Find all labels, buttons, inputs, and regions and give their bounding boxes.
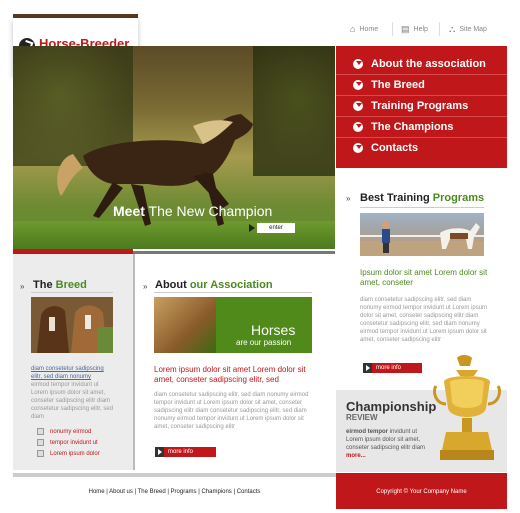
checkbox-icon: [37, 439, 44, 446]
about-grey-text: diam consetetur sadipscing elitr, sed di…: [154, 392, 309, 430]
menu-item-label: About the association: [371, 58, 486, 70]
checkbox-icon: [37, 450, 44, 457]
breed-photo: [31, 297, 113, 353]
chevron-down-icon: »: [20, 282, 25, 291]
breed-image: [31, 297, 113, 353]
heading-accent: our Association: [189, 279, 273, 291]
menu-item-label: The Breed: [371, 79, 425, 91]
breed-check-item[interactable]: tempor invidunt ut: [37, 439, 98, 446]
heading-accent: Breed: [55, 279, 87, 291]
check-label: tempor invidunt ut: [50, 439, 98, 446]
championship-review-label: REVIEW: [346, 413, 378, 422]
toplinks-separator: [392, 22, 393, 36]
divider: [154, 292, 312, 293]
menu-item-about[interactable]: About the association: [336, 54, 507, 75]
championship-more-link[interactable]: more...: [346, 453, 366, 459]
heading-part: The: [33, 279, 56, 291]
training-image: [360, 213, 484, 256]
menu-bullet-icon: [353, 80, 363, 90]
best-training-heading: Best Training Programs: [360, 192, 484, 204]
divider: [31, 292, 113, 293]
about-heading: About our Association: [155, 279, 273, 291]
footer-links[interactable]: Home | About us | The Breed | Programs |…: [13, 489, 336, 495]
help-link[interactable]: ▤ Help: [401, 24, 428, 35]
sitemap-link-label: Site Map: [459, 26, 487, 33]
hero-underline-gray: [133, 251, 335, 254]
banner-title: Horses: [251, 322, 296, 338]
sitemap-link[interactable]: ⛬ Site Map: [449, 24, 487, 35]
menu-item-contacts[interactable]: Contacts: [336, 138, 507, 158]
column-divider: [133, 254, 135, 470]
banner-subtitle: are our passion: [236, 338, 292, 347]
menu-item-label: The Champions: [371, 121, 454, 133]
menu-item-breed[interactable]: The Breed: [336, 75, 507, 96]
hero-caption: Meet The New Champion: [113, 203, 272, 219]
trophy-icon: [432, 355, 502, 460]
heading-part: About: [155, 279, 190, 291]
championship-bold: eirmod tempor: [346, 429, 389, 435]
heading-part: Best Training: [360, 192, 433, 204]
copyright: Copyright © Your Company Name: [376, 489, 467, 495]
breed-heading: The Breed: [33, 279, 87, 291]
help-link-label: Help: [413, 26, 428, 33]
menu-item-label: Contacts: [371, 142, 419, 154]
hero-caption-rest: The New Champion: [148, 203, 273, 219]
menu-bullet-icon: [353, 143, 363, 153]
breed-check-item[interactable]: Lorem ipsum dolor: [37, 450, 100, 457]
home-icon: ⌂: [350, 24, 356, 34]
dressage-photo: [154, 297, 216, 353]
check-label: Lorem ipsum dolor: [50, 450, 100, 457]
home-link-label: Home: [359, 25, 379, 33]
chevron-down-icon: »: [143, 282, 148, 291]
training-photo: [360, 221, 484, 256]
menu-item-training[interactable]: Training Programs: [336, 96, 507, 117]
menu-bullet-icon: [353, 101, 363, 111]
main-menu: About the association The Breed Training…: [336, 46, 507, 168]
best-more-info-button[interactable]: more info: [363, 363, 422, 373]
menu-bullet-icon: [353, 59, 363, 69]
sitemap-icon: ⛬: [449, 24, 456, 34]
chevron-down-icon: »: [346, 194, 351, 203]
home-link[interactable]: ⌂ Home: [350, 24, 378, 34]
best-grey-text: diam consetetur sadipscing elitr, sed di…: [360, 297, 488, 343]
best-green-text: Ipsum dolor sit amet Lorem dolor sit ame…: [360, 268, 488, 287]
championship-text: eirmod tempor invidunt ut Lorem ipsum do…: [346, 428, 430, 460]
about-more-info-button[interactable]: more info: [155, 447, 216, 457]
enter-button[interactable]: enter: [249, 223, 295, 233]
toplinks-separator: [439, 22, 440, 36]
hero-foliage: [253, 46, 335, 176]
divider: [360, 207, 484, 208]
championship-title: Championship: [346, 399, 437, 414]
menu-bullet-icon: [353, 122, 363, 132]
help-icon: ▤: [401, 24, 410, 34]
heading-accent: Programs: [432, 192, 485, 204]
hero-banner: Meet The New Champion enter: [13, 46, 335, 249]
hero-caption-meet: Meet: [113, 203, 145, 219]
menu-item-champions[interactable]: The Champions: [336, 117, 507, 138]
check-label: nonumy eirmod: [50, 428, 92, 435]
about-red-text: Lorem ipsum dolor sit amet Lorem dolor s…: [154, 365, 306, 384]
breed-link-text[interactable]: diam consetetur sadipscing elitr, sed di…: [31, 365, 115, 381]
checkbox-icon: [37, 428, 44, 435]
association-banner: Horses are our passion: [154, 297, 312, 353]
breed-grey-text: eirmod tempor invidunt ut Lorem ipsum do…: [31, 382, 114, 420]
menu-item-label: Training Programs: [371, 100, 469, 112]
breed-check-item[interactable]: nonumy eirmod: [37, 428, 91, 435]
